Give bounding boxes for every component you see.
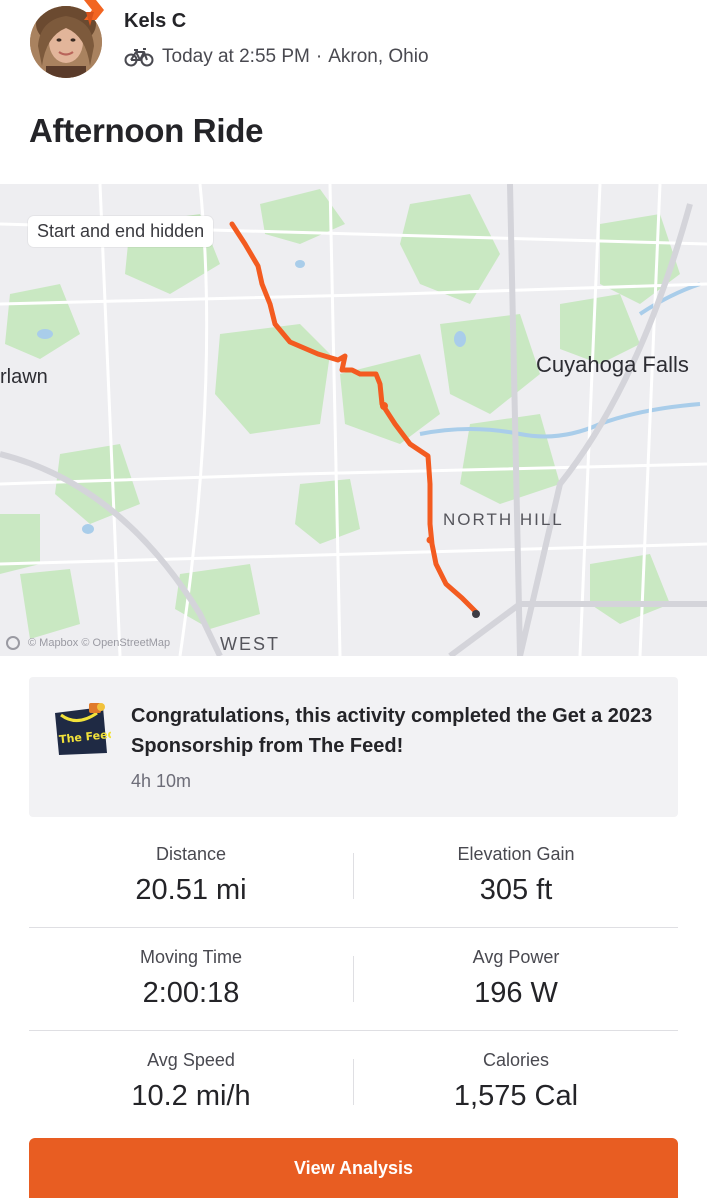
stat-avg-speed: Avg Speed 10.2 mi/h — [29, 1031, 353, 1113]
map-privacy-chip: Start and end hidden — [28, 216, 214, 247]
the-feed-challenge-icon: The Feed. — [55, 703, 111, 755]
attribution-text: © Mapbox © OpenStreetMap — [28, 637, 171, 649]
stat-label: Calories — [482, 1050, 550, 1070]
map-label-city: Cuyahoga Falls — [536, 352, 689, 377]
stats-row: Distance 20.51 mi Elevation Gain 305 ft — [29, 825, 678, 928]
map-label-north-hill: NORTH HILL — [443, 510, 564, 529]
stats-row: Avg Speed 10.2 mi/h Calories 1,575 Cal — [29, 1031, 678, 1134]
stat-value: 196 W — [474, 977, 558, 1009]
stat-avg-power: Avg Power 196 W — [354, 928, 678, 1010]
achievement-text: Congratulations, this activity completed… — [131, 705, 653, 757]
activity-location: Akron, Ohio — [328, 46, 429, 67]
achievement-time: 4h 10m — [131, 771, 192, 791]
athlete-name[interactable]: Kels C — [124, 10, 186, 33]
stat-value: 10.2 mi/h — [131, 1080, 251, 1112]
stat-label: Avg Power — [472, 947, 560, 967]
activity-title[interactable]: Afternoon Ride — [29, 112, 263, 150]
stat-label: Distance — [155, 844, 227, 864]
stat-moving-time: Moving Time 2:00:18 — [29, 928, 353, 1010]
activity-time: Today at 2:55 PM — [162, 46, 310, 67]
activity-header: Kels C Today at 2:55 PM · Akron, Ohio — [0, 0, 707, 100]
map-label-lawn: rlawn — [0, 366, 48, 388]
view-analysis-button[interactable]: View Analysis — [29, 1138, 678, 1198]
stat-value: 20.51 mi — [135, 874, 247, 906]
mapbox-logo-icon — [6, 636, 20, 650]
map-tiles — [0, 184, 707, 656]
map-attribution[interactable]: © Mapbox © OpenStreetMap — [6, 636, 170, 650]
stat-label: Moving Time — [139, 947, 243, 967]
stat-value: 2:00:18 — [142, 977, 240, 1009]
avatar[interactable] — [30, 0, 104, 78]
stats-row: Moving Time 2:00:18 Avg Power 196 W — [29, 928, 678, 1031]
stat-label: Avg Speed — [147, 1050, 235, 1070]
activity-stats: Distance 20.51 mi Elevation Gain 305 ft … — [29, 825, 678, 1134]
stat-label: Elevation Gain — [457, 844, 575, 864]
subscriber-badge-icon — [84, 0, 104, 26]
map-label-west: WEST — [220, 634, 280, 654]
meta-separator: · — [315, 46, 323, 67]
bike-icon — [124, 48, 154, 67]
stat-value: 1,575 Cal — [453, 1080, 579, 1112]
stat-elevation-gain: Elevation Gain 305 ft — [354, 825, 678, 907]
challenge-achievement-card[interactable]: The Feed. Congratulations, this activity… — [29, 677, 678, 817]
stat-distance: Distance 20.51 mi — [29, 825, 353, 907]
stat-value: 305 ft — [479, 874, 553, 906]
stat-calories: Calories 1,575 Cal — [354, 1031, 678, 1113]
activity-meta: Today at 2:55 PM · Akron, Ohio — [124, 46, 429, 68]
route-map[interactable]: Start and end hidden Cuyahoga Falls rlaw… — [0, 184, 707, 656]
